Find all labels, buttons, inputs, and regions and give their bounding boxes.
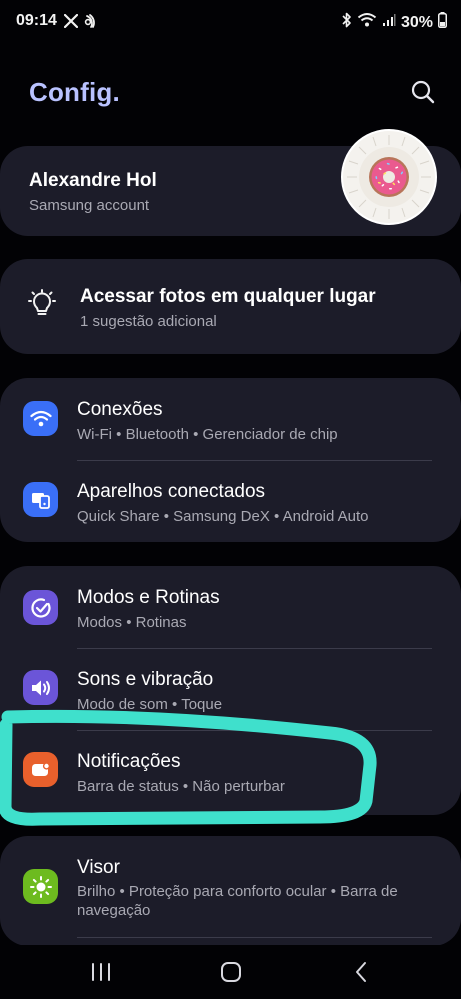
setting-subtitle: Brilho • Proteção para conforto ocular •…: [77, 883, 398, 919]
suggestion-card[interactable]: Acessar fotos em qualquer lugar 1 sugest…: [0, 259, 461, 354]
settings-group-connections: Conexões Wi-Fi • Bluetooth • Gerenciador…: [0, 378, 461, 542]
setting-subtitle: Barra de status • Não perturbar: [77, 778, 285, 795]
bluetooth-icon: [342, 12, 352, 33]
devices-icon: [23, 482, 58, 517]
setting-title: Modos e Rotinas: [77, 587, 220, 608]
header: Config.: [0, 60, 461, 124]
donut-avatar: [347, 135, 431, 219]
avatar[interactable]: [341, 129, 437, 225]
status-time: 09:14: [16, 12, 57, 29]
setting-title: Sons e vibração: [77, 669, 214, 690]
navigation-bar: [0, 945, 461, 999]
back-button[interactable]: [346, 959, 376, 985]
home-icon: [216, 962, 246, 989]
back-icon: [346, 962, 376, 989]
account-card[interactable]: Alexandre Hol Samsung account: [0, 129, 461, 236]
nfc-icon: [84, 13, 98, 34]
divider: [77, 937, 432, 938]
status-bar: 09:14 30%: [0, 0, 461, 44]
account-name: Alexandre Hol: [29, 170, 157, 191]
check-circle-icon: [23, 590, 58, 625]
setting-title: Conexões: [77, 399, 163, 420]
battery-icon: [438, 12, 447, 33]
setting-title: Visor: [77, 857, 120, 878]
setting-item-connected-devices[interactable]: Aparelhos conectados Quick Share • Samsu…: [0, 460, 461, 542]
setting-title: Notificações: [77, 751, 181, 772]
suggestion-title: Acessar fotos em qualquer lugar: [80, 286, 376, 307]
recents-button[interactable]: [86, 959, 116, 985]
setting-item-connections[interactable]: Conexões Wi-Fi • Bluetooth • Gerenciador…: [0, 378, 461, 460]
home-button[interactable]: [216, 959, 246, 985]
battery-text: 30%: [400, 13, 433, 31]
setting-subtitle: Wi-Fi • Bluetooth • Gerenciador de chip: [77, 426, 338, 443]
wifi-icon: [357, 12, 377, 33]
setting-item-display[interactable]: Visor Brilho • Proteção para conforto oc…: [0, 836, 461, 946]
status-left-icons: [63, 13, 98, 34]
search-icon: [408, 80, 438, 111]
lightbulb-icon: [26, 289, 58, 321]
setting-item-notifications[interactable]: Notificações Barra de status • Não pertu…: [0, 730, 461, 815]
speaker-icon: [23, 670, 58, 705]
setting-subtitle: Modos • Rotinas: [77, 614, 187, 631]
account-subtitle: Samsung account: [29, 197, 150, 214]
recents-icon: [86, 963, 116, 989]
signal-icon: [382, 13, 396, 32]
brightness-icon: [23, 869, 58, 904]
notification-icon: [23, 752, 58, 787]
setting-item-sounds[interactable]: Sons e vibração Modo de som • Toque: [0, 648, 461, 730]
search-button[interactable]: [408, 77, 438, 107]
settings-group-modes: Modos e Rotinas Modos • Rotinas Sons e v…: [0, 566, 461, 815]
setting-item-modes-routines[interactable]: Modos e Rotinas Modos • Rotinas: [0, 566, 461, 648]
wifi-icon: [23, 401, 58, 436]
suggestion-subtitle: 1 sugestão adicional: [80, 313, 217, 330]
setting-title: Aparelhos conectados: [77, 481, 266, 502]
page-title: Config.: [29, 77, 120, 107]
status-right-icons: 30%: [342, 12, 447, 33]
x-icon: [63, 13, 79, 33]
setting-subtitle: Modo de som • Toque: [77, 696, 223, 713]
setting-subtitle: Quick Share • Samsung DeX • Android Auto: [77, 508, 369, 525]
settings-group-display: Visor Brilho • Proteção para conforto oc…: [0, 836, 461, 946]
